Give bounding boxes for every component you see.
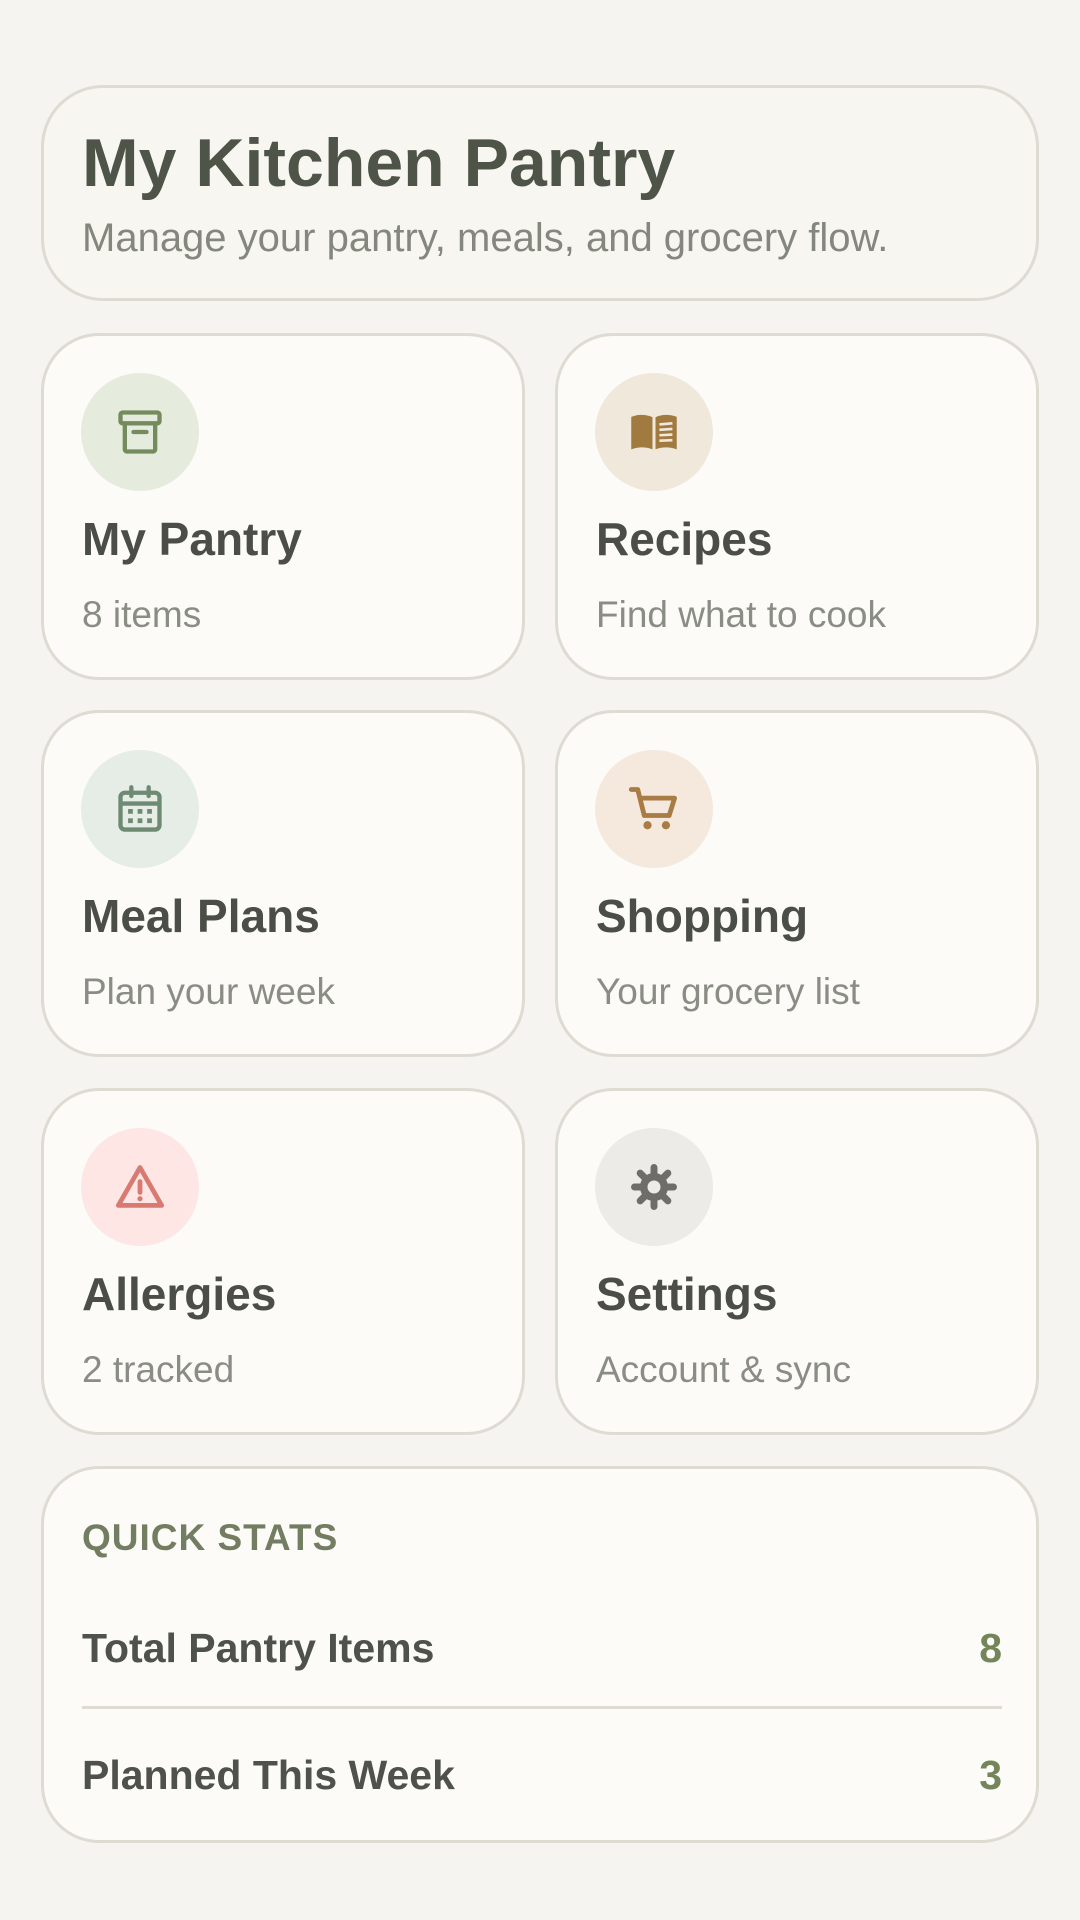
settings-icon-circle [595, 1128, 713, 1246]
shopping-card-title: Shopping [596, 890, 809, 942]
shopping-cart-icon [628, 787, 677, 830]
pantry-icon-circle [81, 373, 199, 491]
stat-row-planned-week: Planned This Week 3 [82, 1744, 1002, 1804]
calendar-icon [118, 785, 162, 832]
gear-icon [631, 1164, 677, 1210]
allergies-card[interactable]: Allergies 2 tracked [41, 1088, 525, 1435]
meal-plans-icon-circle [81, 750, 199, 868]
warning-triangle-icon [115, 1165, 165, 1208]
archive-box-icon [118, 410, 162, 454]
recipes-card[interactable]: Recipes Find what to cook [555, 333, 1039, 680]
stat-value: 8 [979, 1625, 1002, 1671]
meal-plans-card-subtitle: Plan your week [82, 971, 335, 1012]
allergies-card-subtitle: 2 tracked [82, 1349, 235, 1390]
stats-divider [82, 1706, 1002, 1709]
pantry-card-subtitle: 8 items [82, 594, 202, 635]
stat-value: 3 [979, 1752, 1002, 1798]
shopping-card[interactable]: Shopping Your grocery list [555, 710, 1039, 1057]
recipes-icon-circle [595, 373, 713, 491]
page-title: My Kitchen Pantry [82, 125, 676, 201]
pantry-card[interactable]: My Pantry 8 items [41, 333, 525, 680]
stat-label: Planned This Week [82, 1752, 455, 1798]
recipes-card-title: Recipes [596, 513, 773, 565]
open-book-icon [631, 414, 677, 450]
settings-card-title: Settings [596, 1268, 778, 1320]
shopping-icon-circle [595, 750, 713, 868]
quick-stats-card: QUICK STATS Total Pantry Items 8 Planned… [41, 1466, 1039, 1843]
allergies-icon-circle [81, 1128, 199, 1246]
meal-plans-card[interactable]: Meal Plans Plan your week [41, 710, 525, 1057]
meal-plans-card-title: Meal Plans [82, 890, 320, 942]
header-card: My Kitchen Pantry Manage your pantry, me… [41, 85, 1039, 301]
recipes-card-subtitle: Find what to cook [596, 594, 886, 635]
allergies-card-title: Allergies [82, 1268, 277, 1320]
stat-label: Total Pantry Items [82, 1625, 435, 1671]
shopping-card-subtitle: Your grocery list [596, 971, 860, 1012]
page-subtitle: Manage your pantry, meals, and grocery f… [82, 216, 889, 260]
stat-row-total-pantry: Total Pantry Items 8 [82, 1617, 1002, 1677]
settings-card[interactable]: Settings Account & sync [555, 1088, 1039, 1435]
settings-card-subtitle: Account & sync [596, 1349, 852, 1390]
quick-stats-heading: QUICK STATS [82, 1517, 339, 1558]
pantry-card-title: My Pantry [82, 513, 302, 565]
